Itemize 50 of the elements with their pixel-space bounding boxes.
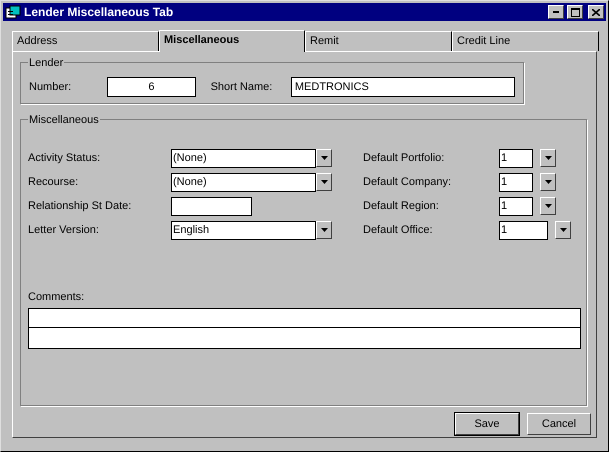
tab[interactable]: Miscellaneous <box>159 30 305 52</box>
dropdown-field[interactable]: (None) <box>171 149 316 168</box>
caret-icon <box>544 156 552 160</box>
tab[interactable]: Address <box>12 31 159 51</box>
dialog-button[interactable]: Save <box>455 413 519 435</box>
maximize-icon <box>570 8 580 16</box>
dropdown-field[interactable]: English <box>171 221 316 240</box>
dropdown-button[interactable] <box>540 197 556 215</box>
field-label: Short Name: <box>210 80 274 95</box>
caret-icon <box>560 228 566 232</box>
dropdown-field[interactable]: 1 <box>499 173 533 192</box>
dropdown-button[interactable] <box>316 221 332 239</box>
dropdown-button[interactable] <box>540 173 556 191</box>
field-label: Relationship St Date: <box>28 199 132 214</box>
maximize-button[interactable] <box>567 5 583 19</box>
close-button[interactable] <box>588 5 604 19</box>
dropdown-button[interactable] <box>555 221 571 239</box>
caret-icon <box>320 156 328 160</box>
minimize-icon <box>553 11 559 13</box>
dropdown-field[interactable]: 1 <box>499 197 533 216</box>
caret-icon <box>320 180 328 184</box>
close-icon <box>592 8 600 16</box>
dropdown-button[interactable] <box>540 149 556 167</box>
dropdown-field[interactable]: (None) <box>171 173 316 192</box>
field-label: Default Company: <box>363 175 452 190</box>
tab[interactable]: Credit Line <box>452 31 599 51</box>
comments-field[interactable] <box>28 308 581 348</box>
caret-icon <box>544 180 552 184</box>
dropdown-field[interactable]: 1 <box>499 149 533 168</box>
field-label: Letter Version: <box>28 223 100 238</box>
field-label: Activity Status: <box>28 151 102 166</box>
minimize-button[interactable] <box>548 5 564 19</box>
caret-icon <box>320 228 328 232</box>
date-field[interactable] <box>171 197 252 216</box>
field-label: Default Region: <box>363 199 440 214</box>
caret-icon <box>544 204 552 208</box>
short-name-field[interactable]: MEDTRONICS <box>290 77 515 97</box>
field-label: Comments: <box>28 290 86 305</box>
tab[interactable]: Remit <box>305 31 452 51</box>
dropdown-button[interactable] <box>316 173 332 191</box>
dropdown-button[interactable] <box>316 149 332 167</box>
dropdown-field[interactable]: 1 <box>499 221 548 240</box>
window-icon <box>5 5 21 19</box>
field-label: Number: <box>29 80 72 95</box>
field-label: Recourse: <box>28 175 80 190</box>
number-field[interactable]: 6 <box>107 77 196 97</box>
dialog-button[interactable]: Cancel <box>527 413 591 435</box>
field-label: Default Portfolio: <box>363 151 446 166</box>
field-label: Default Office: <box>363 223 434 238</box>
window-title: Lender Miscellaneous Tab <box>24 4 174 21</box>
